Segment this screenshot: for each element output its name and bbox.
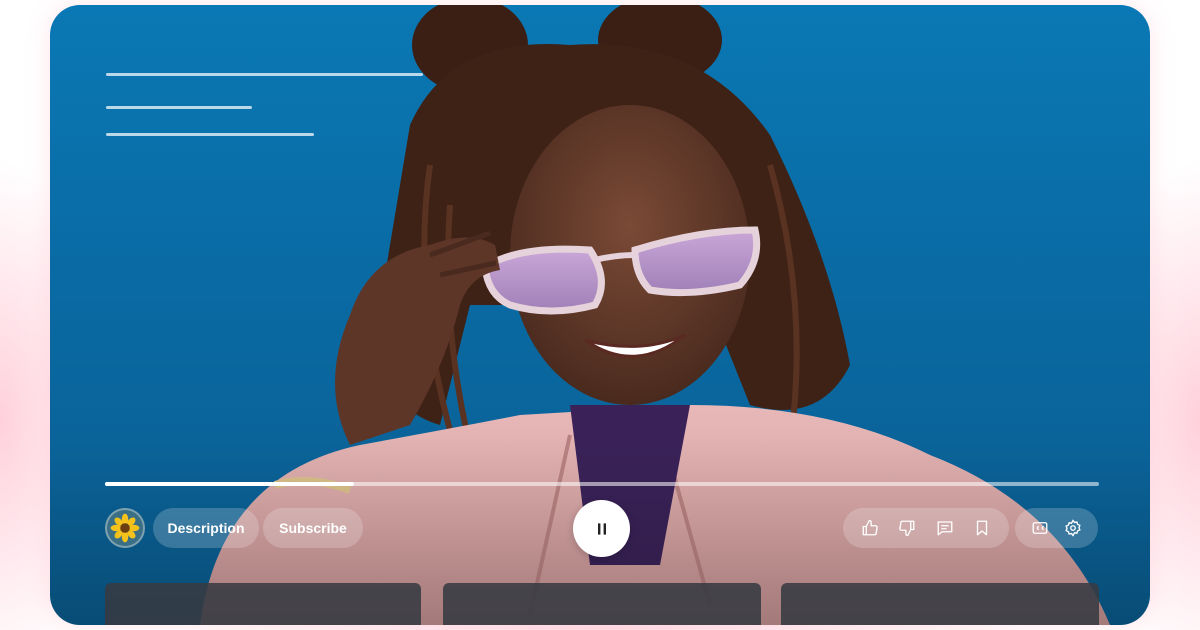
captions-button[interactable] <box>1025 513 1055 543</box>
thumbs-down-icon <box>899 520 915 537</box>
pause-icon <box>597 522 606 535</box>
description-button[interactable]: Description <box>153 508 259 548</box>
engagement-actions <box>843 508 1009 548</box>
comment-icon <box>937 521 953 536</box>
dislike-button[interactable] <box>892 513 922 543</box>
title-placeholder-line <box>106 73 423 76</box>
player-settings-actions <box>1015 508 1098 548</box>
suggested-video-thumbnail[interactable] <box>781 583 1099 625</box>
thumbs-up-icon <box>862 519 878 536</box>
subscribe-button[interactable]: Subscribe <box>263 508 363 548</box>
progress-bar[interactable] <box>105 482 1099 486</box>
progress-bar-fill <box>105 482 354 486</box>
settings-button[interactable] <box>1058 513 1088 543</box>
settings-gear-icon <box>1065 519 1081 537</box>
suggested-video-thumbnail[interactable] <box>443 583 761 625</box>
closed-captions-icon <box>1032 522 1048 534</box>
like-button[interactable] <box>855 513 885 543</box>
comment-button[interactable] <box>930 513 960 543</box>
channel-avatar[interactable] <box>105 508 145 548</box>
save-button[interactable] <box>967 513 997 543</box>
bookmark-icon <box>977 520 988 536</box>
title-placeholder-line <box>106 106 252 109</box>
video-player[interactable]: Description Subscribe <box>50 5 1150 625</box>
suggested-video-thumbnail[interactable] <box>105 583 421 625</box>
sunflower-icon <box>110 513 140 543</box>
title-placeholder-line <box>106 133 314 136</box>
pause-button[interactable] <box>573 500 630 557</box>
